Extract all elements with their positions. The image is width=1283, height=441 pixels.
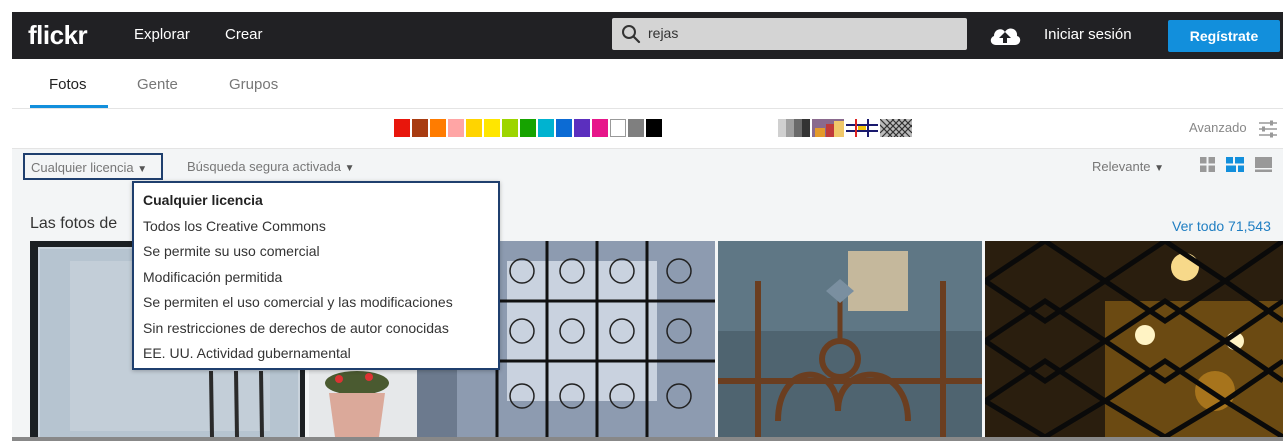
sort-dropdown[interactable]: Relevante ▼: [1092, 159, 1164, 174]
login-link[interactable]: Iniciar sesión: [1044, 26, 1132, 43]
grid-view-icon[interactable]: [1200, 157, 1215, 172]
color-swatch[interactable]: [466, 119, 482, 137]
black-white-style-swatch[interactable]: [778, 119, 810, 137]
advanced-link[interactable]: Avanzado: [1189, 120, 1247, 135]
upload-cloud-icon[interactable]: [988, 23, 1022, 47]
flickr-logo[interactable]: flickr: [28, 20, 88, 51]
justified-view-icon[interactable]: [1226, 157, 1244, 172]
color-swatches: [394, 119, 662, 137]
photo-thumbnail[interactable]: [718, 241, 982, 437]
color-swatch[interactable]: [556, 119, 572, 137]
color-swatch[interactable]: [538, 119, 554, 137]
filter-bar: Cualquier licencia ▼ Búsqueda segura act…: [12, 149, 1283, 183]
minimalist-style-swatch[interactable]: [846, 119, 878, 137]
sliders-icon[interactable]: [1258, 120, 1278, 138]
view-toggles: [1200, 157, 1272, 172]
see-all-link[interactable]: Ver todo 71,543: [1172, 218, 1271, 234]
tab-groups[interactable]: Grupos: [229, 76, 278, 93]
sort-label: Relevante: [1092, 159, 1151, 174]
tab-photos[interactable]: Fotos: [49, 76, 87, 93]
license-dropdown[interactable]: Cualquier licencia ▼: [23, 153, 163, 180]
color-swatch[interactable]: [628, 119, 644, 137]
color-swatch[interactable]: [430, 119, 446, 137]
color-swatch[interactable]: [520, 119, 536, 137]
search-input[interactable]: rejas: [612, 18, 967, 50]
license-option-us-gov[interactable]: EE. UU. Actividad gubernamental: [143, 345, 351, 361]
license-option-commercial-mods[interactable]: Se permiten el uso comercial y las modif…: [143, 294, 453, 310]
single-view-icon[interactable]: [1255, 157, 1272, 172]
style-filters: [778, 119, 912, 137]
tab-people[interactable]: Gente: [137, 76, 178, 93]
color-swatch[interactable]: [574, 119, 590, 137]
license-menu: Cualquier licencia Todos los Creative Co…: [132, 181, 500, 370]
color-swatch[interactable]: [394, 119, 410, 137]
top-nav-bar: flickr Explorar Crear rejas Iniciar sesi…: [12, 12, 1283, 59]
color-swatch[interactable]: [592, 119, 608, 137]
photo-thumbnail[interactable]: [985, 241, 1283, 437]
license-option-commercial[interactable]: Se permite su uso comercial: [143, 243, 320, 259]
search-tabs: Fotos Gente Grupos: [12, 59, 1283, 109]
caret-down-icon: ▼: [137, 164, 148, 175]
color-filter-bar: Avanzado: [12, 109, 1283, 149]
pattern-style-swatch[interactable]: [880, 119, 912, 137]
active-tab-indicator: [30, 105, 108, 108]
color-swatch[interactable]: [412, 119, 428, 137]
photo-image: [718, 241, 982, 437]
safe-search-label: Búsqueda segura activada: [187, 159, 341, 174]
license-option-any[interactable]: Cualquier licencia: [143, 192, 263, 208]
results-title: Las fotos de: [30, 215, 118, 232]
color-swatch[interactable]: [502, 119, 518, 137]
license-option-all-cc[interactable]: Todos los Creative Commons: [143, 218, 326, 234]
license-option-no-known-restrictions[interactable]: Sin restricciones de derechos de autor c…: [143, 320, 449, 336]
license-option-modifications[interactable]: Modificación permitida: [143, 269, 282, 285]
caret-down-icon: ▼: [1154, 163, 1165, 174]
nav-create[interactable]: Crear: [225, 26, 263, 43]
license-dropdown-label: Cualquier licencia: [31, 160, 134, 175]
color-swatch[interactable]: [484, 119, 500, 137]
safe-search-dropdown[interactable]: Búsqueda segura activada ▼: [187, 159, 354, 174]
caret-down-icon: ▼: [344, 163, 355, 174]
search-icon: [622, 25, 641, 44]
search-value: rejas: [648, 25, 679, 41]
color-swatch[interactable]: [646, 119, 662, 137]
photo-image: [985, 241, 1283, 437]
nav-explore[interactable]: Explorar: [134, 26, 190, 43]
next-row-photos: [12, 437, 1283, 441]
shallow-depth-style-swatch[interactable]: [812, 119, 844, 137]
signup-button[interactable]: Regístrate: [1168, 20, 1280, 52]
color-swatch[interactable]: [610, 119, 626, 137]
color-swatch[interactable]: [448, 119, 464, 137]
